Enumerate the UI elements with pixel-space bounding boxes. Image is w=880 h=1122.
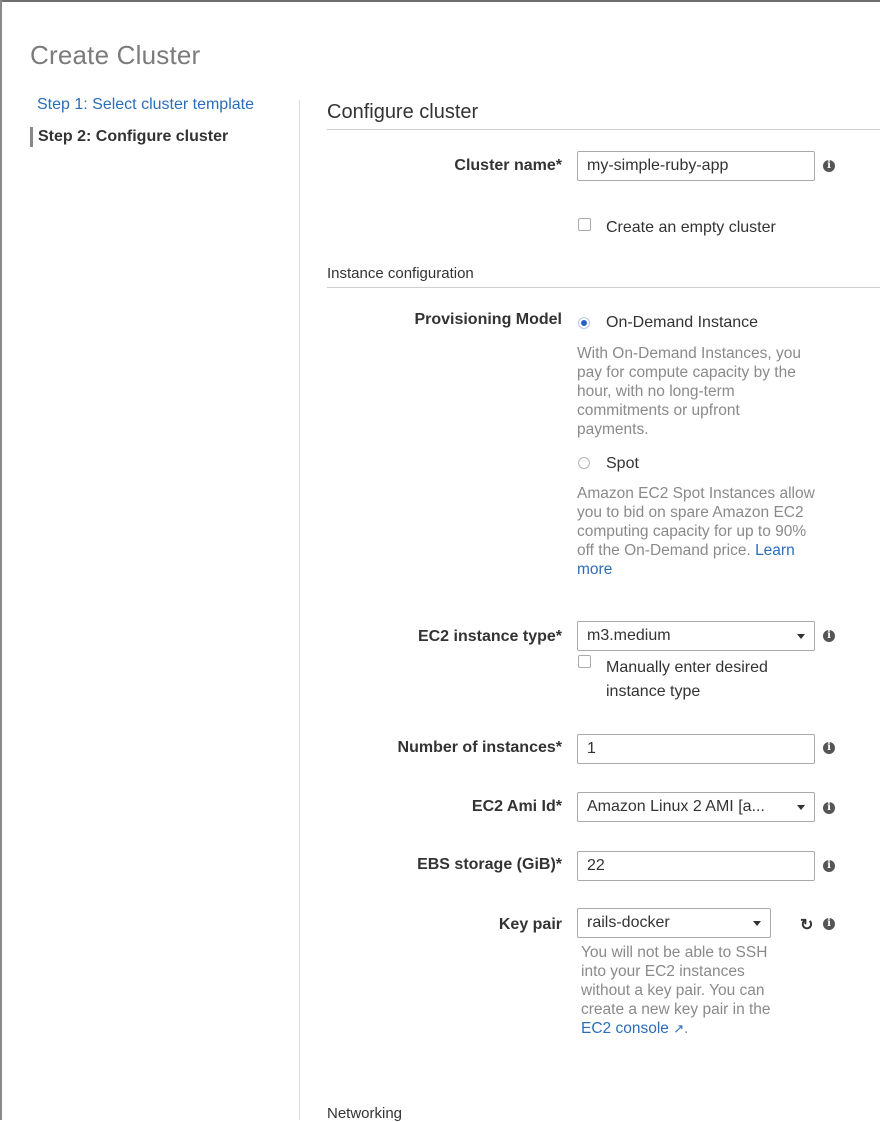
spot-label: Spot — [606, 455, 639, 472]
cluster-name-label: Cluster name* — [454, 157, 562, 174]
on-demand-help-text: With On-Demand Instances, you pay for co… — [577, 345, 801, 438]
ebs-storage-label: EBS storage (GiB)* — [417, 856, 562, 873]
empty-cluster-checkbox[interactable] — [578, 218, 591, 231]
key-pair-help: You will not be able to SSH into your EC… — [581, 943, 796, 1038]
section-title-instance: Instance configuration — [327, 265, 474, 282]
info-icon[interactable]: i — [823, 860, 835, 872]
on-demand-radio[interactable] — [578, 317, 590, 329]
external-link-icon[interactable]: ↗ — [673, 1021, 684, 1036]
instance-type-label: EC2 instance type* — [417, 628, 562, 645]
info-icon[interactable]: i — [823, 918, 835, 930]
section-title-configure: Configure cluster — [327, 101, 479, 123]
key-pair-help-text: You will not be able to SSH into your EC… — [581, 944, 771, 1018]
wizard-steps: Step 1: Select cluster template Step 2: … — [30, 95, 290, 147]
info-icon[interactable]: i — [823, 160, 835, 172]
window-left-border — [0, 0, 2, 1120]
page-title: Create Cluster — [30, 40, 201, 70]
provisioning-model-label: Provisioning Model — [414, 311, 562, 328]
section-divider — [327, 287, 880, 288]
manual-type-label: Manually enter desired instance type — [606, 656, 768, 704]
section-title-networking: Networking — [327, 1105, 403, 1122]
ami-id-label: EC2 Ami Id* — [471, 798, 562, 815]
key-pair-help-end: . — [684, 1020, 689, 1037]
steps-divider — [299, 100, 300, 1120]
ami-id-select[interactable]: Amazon Linux 2 AMI [a... — [577, 792, 815, 822]
key-pair-value: rails-docker — [587, 914, 670, 931]
chevron-down-icon — [753, 921, 761, 926]
info-icon[interactable]: i — [823, 802, 835, 814]
window-top-border — [0, 0, 880, 2]
chevron-down-icon — [797, 634, 805, 639]
ec2-console-link[interactable]: EC2 console — [581, 1020, 669, 1037]
key-pair-select[interactable]: rails-docker — [577, 908, 771, 938]
on-demand-label: On-Demand Instance — [606, 314, 759, 331]
instance-type-select[interactable]: m3.medium — [577, 621, 815, 651]
refresh-icon[interactable]: ↻ — [800, 915, 813, 935]
manual-type-label-line2: instance type — [606, 683, 701, 700]
spot-radio[interactable] — [578, 457, 590, 469]
spot-help: Amazon EC2 Spot Instances allow you to b… — [577, 484, 817, 579]
info-icon[interactable]: i — [823, 742, 835, 754]
cluster-name-input[interactable] — [577, 151, 815, 181]
ebs-storage-input[interactable] — [577, 851, 815, 881]
key-pair-label: Key pair — [498, 916, 562, 933]
chevron-down-icon — [797, 805, 805, 810]
section-divider — [327, 129, 880, 130]
manual-type-checkbox[interactable] — [578, 655, 591, 668]
manual-type-label-line1: Manually enter desired — [606, 659, 768, 676]
empty-cluster-label: Create an empty cluster — [606, 219, 776, 236]
step-1-link[interactable]: Step 1: Select cluster template — [30, 95, 290, 115]
info-icon[interactable]: i — [823, 630, 835, 642]
instance-type-value: m3.medium — [587, 627, 671, 644]
num-instances-input[interactable] — [577, 734, 815, 764]
ami-id-value: Amazon Linux 2 AMI [a... — [587, 798, 765, 815]
num-instances-label: Number of instances* — [397, 739, 562, 756]
step-2-current: Step 2: Configure cluster — [30, 127, 290, 147]
